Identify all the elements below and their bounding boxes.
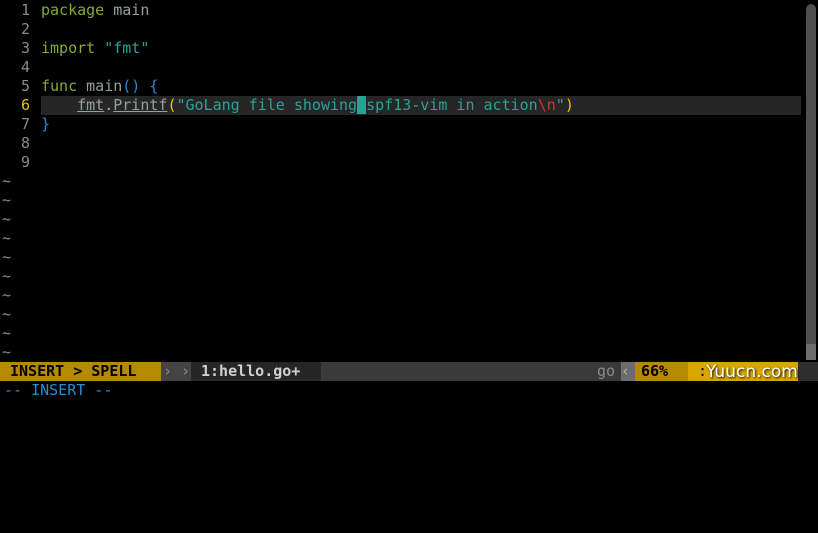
line-number: 1 — [20, 1, 30, 19]
line-number: 3 — [20, 39, 30, 57]
line-number: 4 — [20, 58, 30, 76]
code-token: ) — [564, 96, 574, 114]
code-token: main — [104, 1, 150, 19]
buffer-name: 1:hello.go+ — [191, 362, 321, 381]
empty-line-tilde: ~ — [2, 305, 12, 323]
line-number: 2 — [20, 20, 30, 38]
file-percent: 66% — [635, 362, 688, 381]
code-text[interactable]: } — [41, 115, 50, 134]
text-cursor — [357, 96, 367, 114]
empty-line-tilde: ~ — [2, 229, 12, 247]
code-token: () — [122, 77, 141, 95]
status-separator-right: ‹ — [621, 362, 635, 381]
scrollbar-thumb[interactable] — [806, 344, 816, 360]
line-number: 7 — [20, 115, 30, 133]
code-text[interactable]: func main() { — [41, 77, 158, 96]
code-text[interactable]: import "fmt" — [41, 39, 149, 58]
code-token: main — [77, 77, 123, 95]
code-token: . — [104, 96, 114, 114]
code-token: spf13-vim in action — [366, 96, 538, 114]
code-token: "GoLang file showing — [176, 96, 358, 114]
watermark: Yuucn.com — [706, 362, 798, 382]
empty-line-tilde: ~ — [2, 267, 12, 285]
code-text[interactable]: fmt.Printf("GoLang file showing spf13-vi… — [41, 96, 574, 115]
editor-area[interactable]: 1 package main 2 3 import "fmt" 4 5 func main()… — [0, 0, 818, 362]
empty-line-tilde: ~ — [2, 286, 12, 304]
empty-line-tilde: ~ — [2, 343, 12, 361]
command-line: -- INSERT -- — [4, 381, 113, 399]
filetype-indicator: go — [561, 362, 621, 381]
empty-line-tilde: ~ — [2, 210, 12, 228]
line-number: 6 — [20, 96, 30, 114]
code-token: package — [41, 1, 105, 19]
code-token: fmt — [77, 96, 105, 114]
code-token: Printf — [113, 96, 168, 114]
mode-indicator: INSERT > SPELL — [0, 362, 161, 381]
code-token: \n — [537, 96, 556, 114]
empty-line-tilde: ~ — [2, 191, 12, 209]
code-token: { — [149, 77, 159, 95]
code-token: import — [41, 39, 96, 57]
code-token: " — [555, 96, 565, 114]
empty-line-tilde: ~ — [2, 172, 12, 190]
code-text[interactable]: package main — [41, 1, 149, 20]
empty-line-tilde: ~ — [2, 248, 12, 266]
line-number: 9 — [20, 153, 30, 171]
status-fill — [321, 362, 561, 381]
code-token: func — [41, 77, 78, 95]
line-number: 8 — [20, 134, 30, 152]
empty-line-tilde: ~ — [2, 324, 12, 342]
status-separator: › › — [161, 362, 191, 381]
code-token: "fmt" — [104, 39, 150, 57]
scrollbar-track[interactable] — [806, 4, 816, 356]
status-line: INSERT > SPELL › › 1:hello.go+ go ‹ 66% … — [0, 362, 818, 381]
code-token: } — [41, 115, 51, 133]
line-number: 5 — [20, 77, 30, 95]
